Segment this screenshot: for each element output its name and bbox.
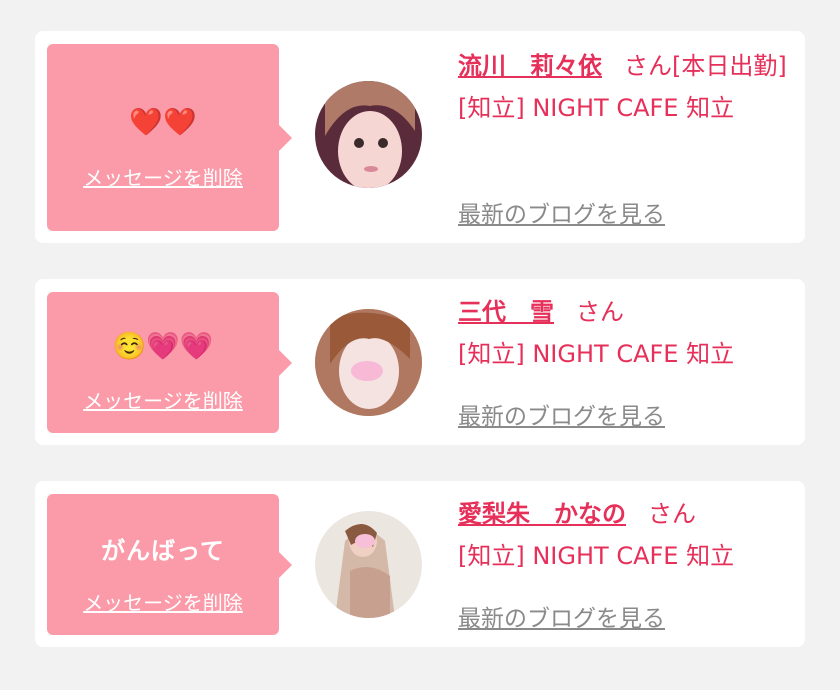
avatar-photo [315, 81, 422, 188]
view-blog-link[interactable]: 最新のブログを見る [458, 397, 665, 431]
message-text: ☺️💗💗 [112, 331, 214, 362]
shop-name: [知立] NIGHT CAFE 知立 [458, 94, 735, 122]
message-bubble: ☺️💗💗 メッセージを削除 [47, 292, 292, 433]
avatar-photo [315, 309, 422, 416]
avatar-photo [315, 511, 422, 618]
honorific: さん [648, 500, 696, 528]
name-line: 流川 莉々依 さん[本日出勤] [458, 45, 788, 87]
message-bubble: ❤️❤️ メッセージを削除 [47, 44, 292, 231]
avatar[interactable] [315, 511, 422, 618]
name-line: 愛梨朱 かなの さん [458, 493, 788, 535]
profile-info: 三代 雪さん [知立] NIGHT CAFE 知立 [458, 291, 788, 375]
honorific: さん [624, 52, 672, 80]
shop-name: [知立] NIGHT CAFE 知立 [458, 542, 735, 570]
view-blog-link[interactable]: 最新のブログを見る [458, 195, 665, 229]
avatar[interactable] [315, 309, 422, 416]
name-line: 三代 雪さん [458, 291, 788, 333]
message-card: ☺️💗💗 メッセージを削除 三代 雪さん [知立] NIGHT CAFE 知立 … [35, 279, 805, 445]
avatar[interactable] [315, 81, 422, 188]
girl-name-link[interactable]: 愛梨朱 かなの [458, 500, 626, 528]
delete-message-link[interactable]: メッセージを削除 [47, 385, 279, 414]
message-card: ❤️❤️ メッセージを削除 流川 莉々依 さん[本日出勤] [知立] NIGHT … [35, 31, 805, 243]
message-text: がんばって [101, 537, 225, 565]
profile-info: 愛梨朱 かなの さん [知立] NIGHT CAFE 知立 [458, 493, 788, 577]
view-blog-link[interactable]: 最新のブログを見る [458, 599, 665, 633]
delete-message-link[interactable]: メッセージを削除 [47, 587, 279, 616]
message-text: ❤️❤️ [129, 107, 197, 138]
girl-name-link[interactable]: 三代 雪 [458, 298, 554, 326]
profile-info: 流川 莉々依 さん[本日出勤] [知立] NIGHT CAFE 知立 [458, 45, 788, 129]
message-card: がんばって メッセージを削除 愛梨朱 かなの さん [知立] NIGHT CAFE… [35, 481, 805, 647]
message-bubble: がんばって メッセージを削除 [47, 494, 292, 635]
shop-name: [知立] NIGHT CAFE 知立 [458, 340, 735, 368]
girl-name-link[interactable]: 流川 莉々依 [458, 52, 602, 80]
honorific: さん [576, 298, 624, 326]
work-status: [本日出勤] [672, 52, 787, 80]
delete-message-link[interactable]: メッセージを削除 [47, 162, 279, 191]
